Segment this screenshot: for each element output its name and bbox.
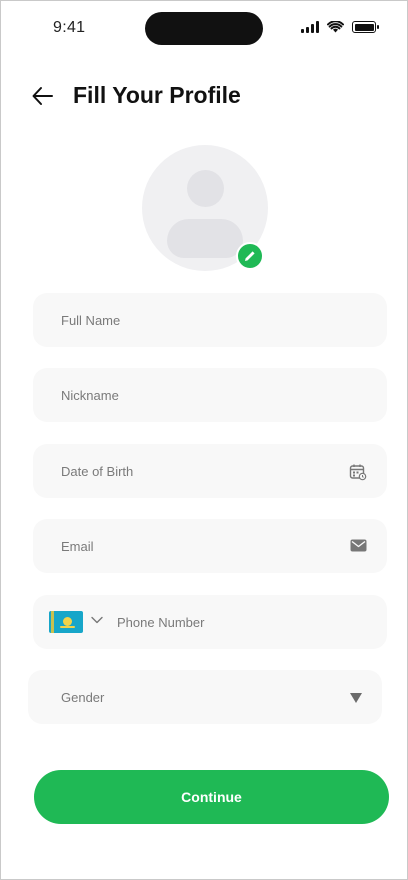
email-placeholder: Email [61, 538, 94, 554]
nickname-placeholder: Nickname [61, 387, 119, 403]
dynamic-island [145, 12, 263, 45]
wifi-icon [327, 21, 344, 33]
pencil-icon [245, 251, 255, 261]
nickname-field[interactable]: Nickname [33, 368, 387, 422]
phone-field[interactable]: Phone Number [33, 595, 387, 649]
back-button[interactable] [31, 85, 55, 107]
continue-button[interactable]: Continue [34, 770, 389, 824]
triangle-down-icon[interactable] [350, 693, 362, 703]
status-icons [301, 21, 379, 33]
dob-placeholder: Date of Birth [61, 463, 134, 479]
gender-select[interactable]: Gender [28, 670, 382, 724]
chevron-down-icon[interactable] [91, 616, 103, 624]
page-title: Fill Your Profile [73, 82, 241, 108]
device-frame: 9:41 Fill Your Profile Full Name Nicknam… [0, 0, 408, 880]
status-time: 9:41 [53, 19, 86, 36]
edit-avatar-button[interactable] [236, 242, 264, 270]
full-name-field[interactable]: Full Name [33, 293, 387, 347]
kazakhstan-flag-icon[interactable] [49, 611, 83, 633]
mail-icon [350, 539, 367, 552]
date-of-birth-field[interactable]: Date of Birth [33, 444, 387, 498]
phone-placeholder: Phone Number [117, 615, 205, 630]
arrow-left-icon [32, 87, 53, 105]
battery-icon [352, 21, 379, 33]
email-field[interactable]: Email [33, 519, 387, 573]
full-name-placeholder: Full Name [61, 312, 121, 328]
gender-placeholder: Gender [61, 689, 105, 705]
signal-icon [301, 21, 319, 33]
calendar-icon[interactable] [349, 463, 367, 481]
